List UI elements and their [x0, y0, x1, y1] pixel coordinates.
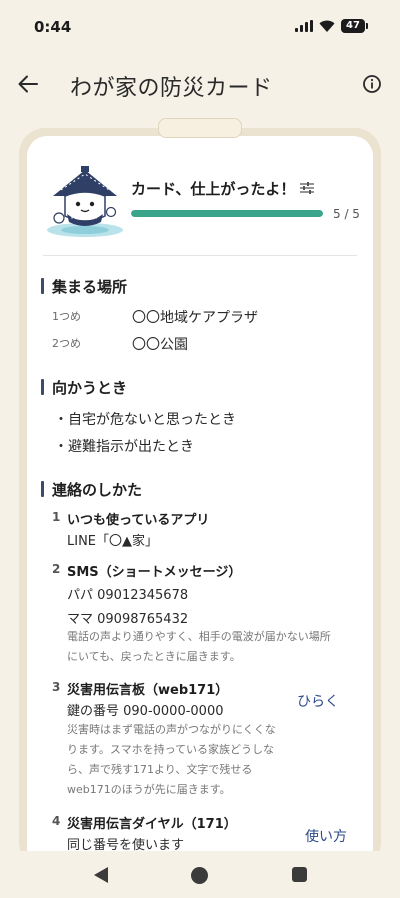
- back-button[interactable]: [12, 68, 44, 100]
- arrow-left-icon: [18, 75, 38, 93]
- nav-back-icon[interactable]: [93, 866, 109, 884]
- section-title-contact: 連絡のしかた: [41, 479, 142, 500]
- contact-line: ママ 09098765432: [67, 612, 189, 627]
- card-hero: カード、仕上がったよ！ 5 / 5: [27, 136, 373, 256]
- nav-home-icon[interactable]: [191, 867, 208, 884]
- status-bar: 0:44 47: [0, 0, 400, 52]
- info-icon: [363, 75, 381, 93]
- place-label: 2つめ: [52, 337, 81, 350]
- card-tab: [158, 118, 242, 138]
- contact-note: web171のほうが先に届きます。: [67, 783, 231, 796]
- contact-note: にいても、戻ったときに届きます。: [67, 650, 241, 663]
- contact-title: いつも使っているアプリ: [67, 513, 210, 528]
- contact-note: ら、声で残す171より、文字で残せる: [67, 763, 253, 776]
- section-title-gather: 集まる場所: [41, 276, 127, 297]
- place-value: 〇〇公園: [132, 337, 188, 353]
- tune-icon[interactable]: [298, 179, 316, 197]
- app-bar: わが家の防災カード: [0, 62, 400, 108]
- divider: [43, 255, 357, 256]
- contact-line: LINE「〇▲家」: [67, 534, 159, 549]
- section-title-when: 向かうとき: [41, 377, 127, 398]
- contact-note: ります。スマホを持っている家族どうしな: [67, 743, 275, 756]
- status-time: 0:44: [34, 18, 72, 36]
- open-web171-button[interactable]: ひらく: [297, 691, 339, 711]
- nav-recents-icon[interactable]: [292, 867, 307, 882]
- contact-line: パパ 09012345678: [67, 588, 189, 603]
- contact-number: 2: [52, 562, 61, 576]
- page-title: わが家の防災カード: [70, 76, 273, 101]
- hero-title: カード、仕上がったよ！: [131, 180, 296, 198]
- battery-icon: 47: [341, 19, 368, 33]
- system-nav-bar: [0, 851, 400, 898]
- progress-bar: [131, 210, 323, 217]
- place-value: 〇〇地域ケアプラザ: [132, 310, 258, 326]
- list-item: ・自宅が危ないと思ったとき: [54, 412, 236, 428]
- contact-title: SMS（ショートメッセージ）: [67, 565, 242, 580]
- contact-note: 電話の声より通りやすく、相手の電波が届かない場所: [67, 630, 331, 643]
- contact-number: 1: [52, 510, 61, 524]
- cell-signal-icon: [295, 20, 313, 32]
- contact-title: 災害用伝言板（web171）: [67, 683, 229, 698]
- progress-count: 5 / 5: [333, 207, 360, 221]
- place-label: 1つめ: [52, 310, 81, 323]
- contact-line: 同じ番号を使います: [67, 838, 185, 851]
- wifi-icon: [319, 20, 335, 32]
- contact-line: 鍵の番号 090-0000-0000: [67, 704, 224, 719]
- battery-level: 47: [341, 19, 365, 33]
- progress-fill: [131, 210, 323, 217]
- mascot-illustration: [47, 166, 123, 237]
- contact-title: 災害用伝言ダイヤル（171）: [67, 817, 237, 832]
- disaster-card: カード、仕上がったよ！ 5 / 5 集まる場所 1つめ 〇〇地域ケアプラザ 2つ…: [27, 136, 373, 851]
- info-button[interactable]: [358, 70, 386, 98]
- contact-note: 災害時はまず電話の声がつながりにくくな: [67, 723, 276, 736]
- contact-number: 3: [52, 680, 61, 694]
- contact-number: 4: [52, 814, 61, 828]
- usage-button[interactable]: 使い方: [305, 826, 347, 846]
- list-item: ・避難指示が出たとき: [54, 439, 194, 455]
- status-icons: 47: [295, 19, 368, 33]
